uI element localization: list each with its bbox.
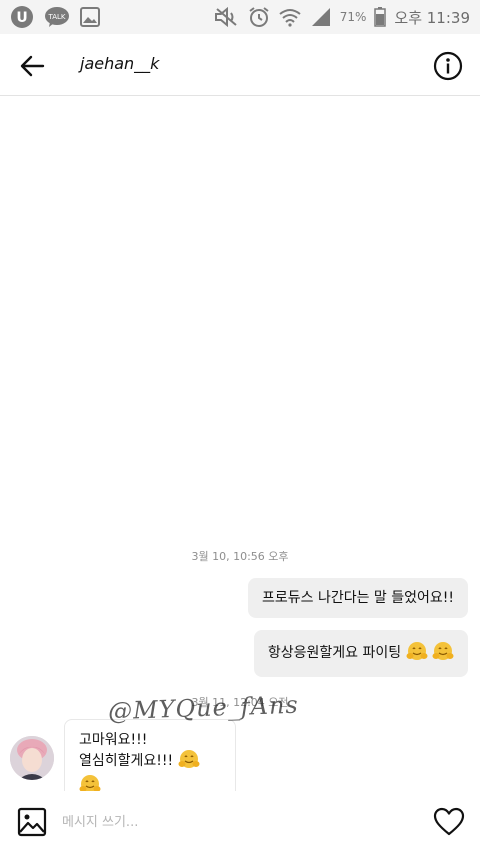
message-input[interactable] (62, 809, 402, 835)
sent-message[interactable]: 항상응원할게요 파이팅 (253, 630, 468, 677)
message-composer (0, 791, 480, 853)
timestamp: 3월 11, 12:04 오전 (191, 696, 289, 709)
image-icon (17, 807, 47, 837)
gallery-button[interactable] (16, 806, 48, 838)
battery-percent: 71% (339, 10, 367, 24)
message-text: 항상응원할게요 파이팅 (267, 645, 402, 661)
message-text: 프로듀스 나간다는 말 들었어요!! (261, 590, 454, 606)
message-thread[interactable]: 3월 10, 10:56 오후 프로듀스 나간다는 말 들었어요!! 항상응원할… (0, 96, 480, 811)
signal-icon (310, 7, 332, 27)
message-text: 열심히할게요!!! (79, 753, 174, 769)
status-bar-right: 71% 오후 11:39 (214, 6, 470, 28)
hugging-face-icon (432, 641, 454, 666)
clock: 오후 11:39 (394, 8, 470, 27)
heart-icon (433, 807, 465, 836)
hugging-face-icon (406, 641, 428, 666)
like-button[interactable] (432, 805, 466, 839)
battery-icon (374, 7, 387, 27)
back-button[interactable] (16, 50, 48, 82)
mute-icon (214, 7, 240, 27)
conversation-title[interactable]: jaehan__k (80, 54, 159, 73)
hugging-face-icon (178, 749, 200, 774)
status-bar: U TALK 71% 오후 11:39 (0, 0, 480, 34)
message-text: 고마워요!!! (79, 732, 148, 748)
wifi-icon (278, 7, 302, 27)
status-bar-left: U TALK (10, 5, 100, 29)
sent-message[interactable]: 프로듀스 나간다는 말 들었어요!! (247, 578, 468, 618)
alarm-icon (248, 6, 270, 28)
timestamp: 3월 10, 10:56 오후 (191, 550, 289, 563)
sender-avatar[interactable] (10, 736, 54, 780)
info-button[interactable] (432, 50, 464, 82)
kakaotalk-badge: TALK (47, 13, 65, 21)
gallery-icon (80, 7, 100, 27)
info-icon (433, 51, 463, 81)
profile-photo (10, 736, 54, 780)
svg-text:U: U (16, 10, 27, 26)
u-plus-icon: U (10, 5, 34, 29)
arrow-left-icon (20, 55, 45, 77)
chat-header: jaehan__k (0, 34, 480, 96)
kakaotalk-icon: TALK (44, 6, 70, 28)
